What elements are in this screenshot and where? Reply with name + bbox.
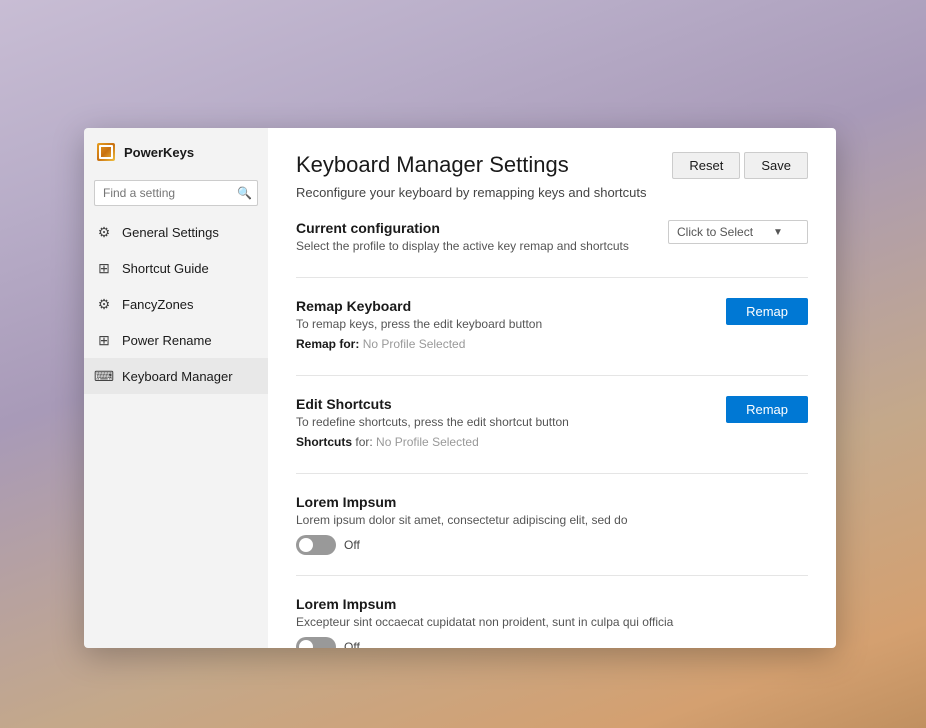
sidebar-item-label: FancyZones [122, 297, 194, 312]
section-desc: Excepteur sint occaecat cupidatat non pr… [296, 615, 808, 629]
section-title: Lorem Impsum [296, 596, 808, 612]
section-title: Edit Shortcuts [296, 396, 569, 412]
sidebar-item-shortcut-guide[interactable]: ⊞ Shortcut Guide [84, 250, 268, 286]
section-desc: To redefine shortcuts, press the edit sh… [296, 415, 569, 429]
header-buttons: Reset Save [672, 152, 808, 179]
sidebar-item-label: Shortcut Guide [122, 261, 209, 276]
reset-button[interactable]: Reset [672, 152, 740, 179]
sidebar-item-general[interactable]: ⚙ General Settings [84, 214, 268, 250]
for-word: for: [355, 435, 372, 449]
app-name: PowerKeys [124, 145, 194, 160]
section-title: Current configuration [296, 220, 629, 236]
shortcuts-strong: Shortcuts [296, 435, 352, 449]
remap-shortcuts-button[interactable]: Remap [726, 396, 808, 423]
sidebar: PowerKeys 🔍 ⚙ General Settings ⊞ Shortcu… [84, 128, 268, 648]
section-text: Edit Shortcuts To redefine shortcuts, pr… [296, 396, 569, 449]
lorem1-toggle[interactable] [296, 535, 336, 555]
sidebar-item-keyboard-manager[interactable]: ⌨ Keyboard Manager [84, 358, 268, 394]
sidebar-header: PowerKeys [84, 128, 268, 176]
section-text: Remap Keyboard To remap keys, press the … [296, 298, 542, 351]
section-desc: Lorem ipsum dolor sit amet, consectetur … [296, 513, 808, 527]
shortcuts-for-label: Shortcuts for: No Profile Selected [296, 435, 569, 449]
section-title: Remap Keyboard [296, 298, 542, 314]
sidebar-nav: ⚙ General Settings ⊞ Shortcut Guide ⚙ Fa… [84, 214, 268, 648]
page-title: Keyboard Manager Settings [296, 152, 569, 178]
section-desc: Select the profile to display the active… [296, 239, 629, 253]
grid-icon: ⊞ [96, 260, 112, 276]
section-header: Remap Keyboard To remap keys, press the … [296, 298, 808, 351]
sidebar-item-power-rename[interactable]: ⊞ Power Rename [84, 322, 268, 358]
sidebar-item-label: Keyboard Manager [122, 369, 233, 384]
toggle-label: Off [344, 640, 360, 648]
section-lorem1: Lorem Impsum Lorem ipsum dolor sit amet,… [296, 494, 808, 576]
profile-dropdown[interactable]: Click to Select ▼ [668, 220, 808, 244]
toggle-label: Off [344, 538, 360, 552]
search-container: 🔍 [94, 180, 258, 206]
remap-for-label: Remap for: No Profile Selected [296, 337, 542, 351]
section-desc: To remap keys, press the edit keyboard b… [296, 317, 542, 331]
sidebar-item-label: General Settings [122, 225, 219, 240]
search-input[interactable] [94, 180, 258, 206]
app-icon-img [97, 143, 115, 161]
section-text: Current configuration Select the profile… [296, 220, 629, 253]
keyboard-icon: ⌨ [96, 368, 112, 384]
section-lorem2: Lorem Impsum Excepteur sint occaecat cup… [296, 596, 808, 648]
no-profile-label: No Profile Selected [363, 337, 466, 351]
no-profile-label: No Profile Selected [376, 435, 479, 449]
sidebar-item-label: Power Rename [122, 333, 212, 348]
lorem2-toggle[interactable] [296, 637, 336, 648]
section-title: Lorem Impsum [296, 494, 808, 510]
gear-icon: ⚙ [96, 296, 112, 312]
section-current-config: Current configuration Select the profile… [296, 220, 808, 278]
save-button[interactable]: Save [744, 152, 808, 179]
toggle-row: Off [296, 637, 808, 648]
dropdown-label: Click to Select [677, 225, 753, 239]
app-window: PowerKeys 🔍 ⚙ General Settings ⊞ Shortcu… [84, 128, 836, 648]
page-subtitle: Reconfigure your keyboard by remapping k… [296, 185, 808, 200]
section-remap-keyboard: Remap Keyboard To remap keys, press the … [296, 298, 808, 376]
remap-for-strong: Remap for: [296, 337, 359, 351]
chevron-down-icon: ▼ [773, 227, 783, 238]
main-panel: Keyboard Manager Settings Reset Save Rec… [268, 128, 836, 648]
section-edit-shortcuts: Edit Shortcuts To redefine shortcuts, pr… [296, 396, 808, 474]
gear-icon: ⚙ [96, 224, 112, 240]
toggle-row: Off [296, 535, 808, 555]
remap-keyboard-button[interactable]: Remap [726, 298, 808, 325]
section-header: Edit Shortcuts To redefine shortcuts, pr… [296, 396, 808, 449]
sidebar-item-fancyzones[interactable]: ⚙ FancyZones [84, 286, 268, 322]
app-icon [96, 142, 116, 162]
search-icon: 🔍 [237, 186, 252, 200]
grid-icon: ⊞ [96, 332, 112, 348]
section-header: Current configuration Select the profile… [296, 220, 808, 253]
main-header: Keyboard Manager Settings Reset Save [296, 152, 808, 179]
